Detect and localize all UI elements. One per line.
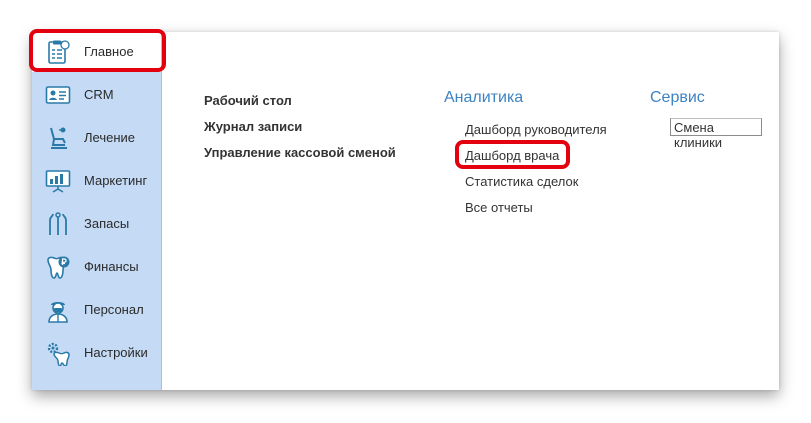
link-desktop[interactable]: Рабочий стол — [204, 93, 292, 108]
analytics-title: Аналитика — [444, 89, 524, 106]
sidebar-item-label: Запасы — [84, 216, 130, 231]
chart-board-icon — [45, 170, 71, 193]
link-manager-dashboard[interactable]: Дашборд руководителя — [465, 122, 607, 137]
sidebar-item-label: Настройки — [84, 345, 148, 360]
app-window: Главное CRM Лечение Маркетинг Запасы Фин… — [32, 32, 779, 390]
tooth-gear-icon — [47, 342, 70, 366]
main-content: Рабочий стол Журнал записи Управление ка… — [162, 32, 779, 390]
change-clinic-button[interactable]: Смена клиники — [670, 118, 762, 150]
sidebar-item-label: Финансы — [84, 259, 139, 274]
service-title: Сервис — [650, 89, 705, 106]
tooth-ruble-icon — [47, 256, 70, 279]
sidebar-item-crm[interactable]: CRM — [32, 75, 161, 115]
sidebar-item-label: Маркетинг — [84, 173, 148, 188]
sidebar: Главное CRM Лечение Маркетинг Запасы Фин… — [32, 32, 162, 390]
sidebar-item-stock[interactable]: Запасы — [32, 204, 161, 244]
doctor-icon — [48, 302, 68, 323]
dental-tools-icon — [49, 212, 67, 235]
sidebar-item-finance[interactable]: Финансы — [32, 247, 161, 287]
link-deals-statistics[interactable]: Статистика сделок — [465, 174, 578, 189]
link-all-reports[interactable]: Все отчеты — [465, 200, 533, 215]
sidebar-item-label: Персонал — [84, 302, 144, 317]
link-appointments-journal[interactable]: Журнал записи — [204, 119, 302, 134]
sidebar-item-label: CRM — [84, 87, 114, 102]
link-cash-shift[interactable]: Управление кассовой сменой — [204, 145, 396, 160]
sidebar-item-label: Лечение — [84, 130, 136, 145]
dental-chair-icon — [50, 127, 67, 149]
sidebar-item-staff[interactable]: Персонал — [32, 290, 161, 330]
sidebar-item-treatment[interactable]: Лечение — [32, 118, 161, 158]
sidebar-item-marketing[interactable]: Маркетинг — [32, 161, 161, 201]
highlight-main-item — [29, 29, 166, 72]
highlight-doctor-dashboard — [455, 140, 570, 169]
id-card-icon — [45, 86, 71, 104]
sidebar-item-settings[interactable]: Настройки — [32, 333, 161, 373]
